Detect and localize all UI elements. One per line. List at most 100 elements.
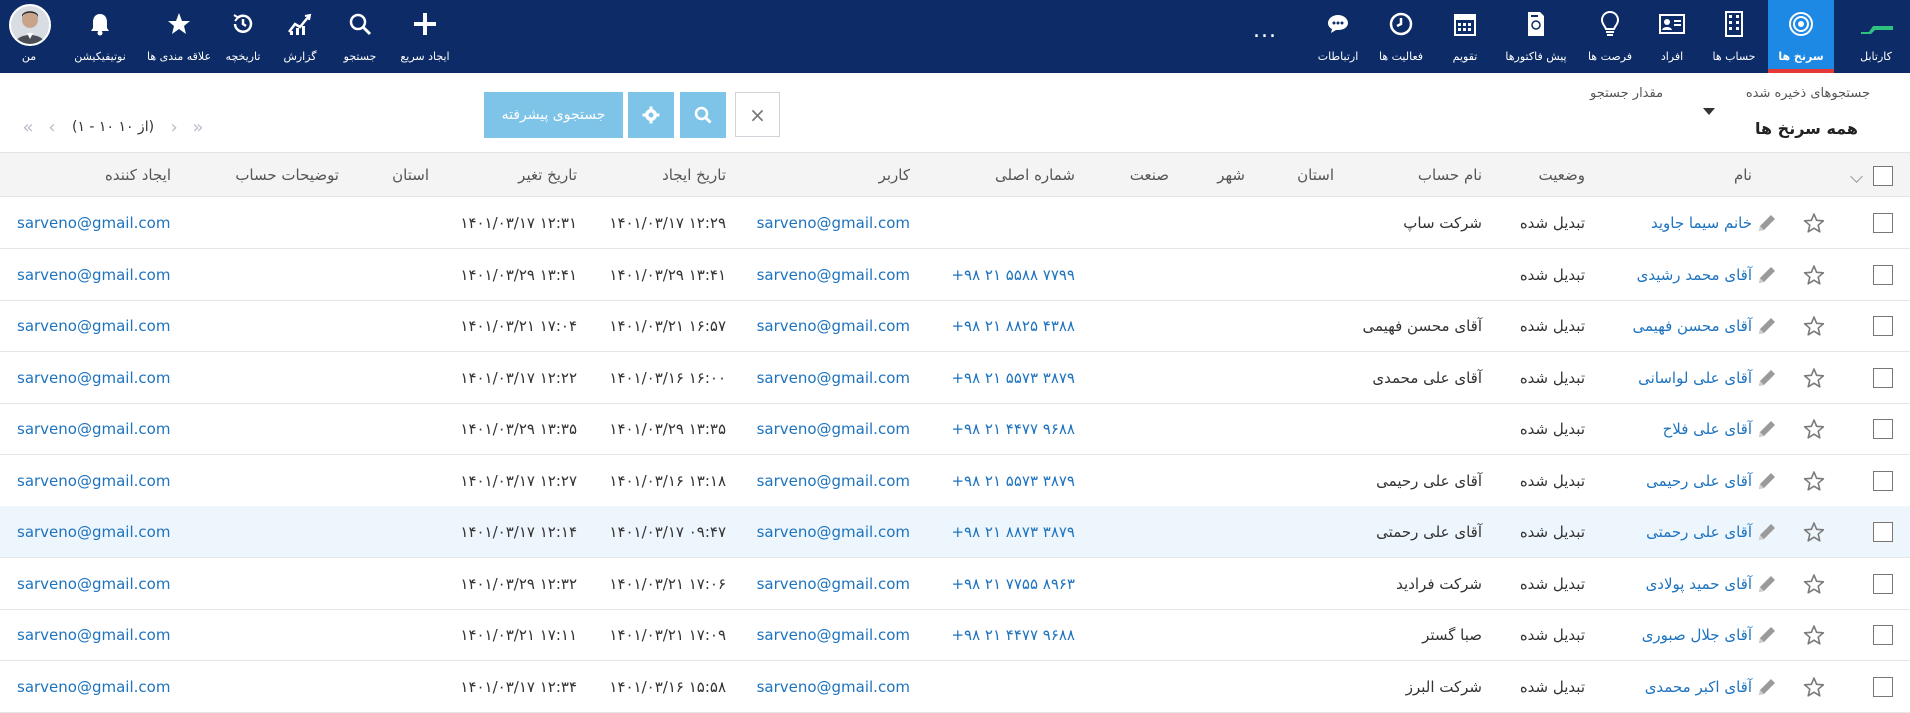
nav-item-dashboard[interactable]: کارتابل — [1842, 0, 1910, 73]
user-email-link[interactable]: sarveno@gmail.com — [757, 197, 910, 249]
nav-item-notifications[interactable]: نوتیفیکیشن — [58, 0, 142, 73]
row-checkbox[interactable] — [1873, 419, 1893, 439]
lead-name-link[interactable]: خانم سیما جاوید — [1651, 197, 1752, 249]
user-email-link[interactable]: sarveno@gmail.com — [757, 506, 910, 558]
row-checkbox[interactable] — [1873, 367, 1893, 388]
column-header-user[interactable]: کاربر — [879, 153, 910, 198]
row-checkbox[interactable] — [1873, 264, 1893, 285]
favorite-star-icon[interactable] — [1803, 418, 1825, 440]
table-row[interactable]: آقای علی لواسانی تبدیل شده آقای علی محمدی +… — [0, 352, 1910, 404]
creator-email-link[interactable]: sarveno@gmail.com — [17, 609, 170, 661]
table-row[interactable]: آقای محسن فهیمی تبدیل شده آقای محسن فهیمی +… — [0, 300, 1910, 352]
row-checkbox[interactable] — [1873, 676, 1893, 697]
creator-email-link[interactable]: sarveno@gmail.com — [17, 506, 170, 558]
phone-link[interactable]: +۹۸ ۲۱ ۵۵۷۳ ۳۸۷۹ — [951, 455, 1075, 507]
phone-link[interactable]: +۹۸ ۲۱ ۵۵۷۳ ۳۸۷۹ — [951, 352, 1075, 404]
creator-email-link[interactable]: sarveno@gmail.com — [17, 403, 170, 455]
edit-pencil-icon[interactable] — [1756, 264, 1778, 286]
edit-pencil-icon[interactable] — [1756, 521, 1778, 543]
lead-name-link[interactable]: آقای محسن فهیمی — [1633, 300, 1753, 352]
nav-item-quick-create[interactable]: ایجاد سریع — [390, 0, 460, 73]
nav-item-leads[interactable]: سرنخ ها — [1768, 0, 1834, 73]
select-all-checkbox[interactable] — [1873, 166, 1893, 186]
column-header-account-name[interactable]: نام حساب — [1418, 153, 1482, 198]
phone-link[interactable]: +۹۸ ۲۱ ۴۴۷۷ ۹۶۸۸ — [951, 609, 1075, 661]
edit-pencil-icon[interactable] — [1756, 418, 1778, 440]
lead-name-link[interactable]: آقای جلال صبوری — [1642, 609, 1752, 661]
creator-email-link[interactable]: sarveno@gmail.com — [17, 300, 170, 352]
more-menu-button[interactable]: ... — [1253, 18, 1277, 43]
user-email-link[interactable]: sarveno@gmail.com — [757, 300, 910, 352]
advanced-search-button[interactable]: جستجوی پیشرفته — [484, 92, 623, 138]
table-row[interactable]: آقای محمد رشیدی تبدیل شده +۹۸ ۲۱ ۵۵۸۸ ۷۷۹۹… — [0, 249, 1910, 301]
row-checkbox[interactable] — [1873, 470, 1893, 491]
edit-pencil-icon[interactable] — [1756, 573, 1778, 595]
lead-name-link[interactable]: آقای علی رحیمی — [1646, 455, 1752, 507]
column-header-account-description[interactable]: توضیحات حساب — [235, 153, 339, 198]
column-header-province-2[interactable]: استان — [392, 153, 429, 198]
table-row[interactable]: آقای اکبر محمدی تبدیل شده شرکت البرز sarven… — [0, 661, 1910, 713]
nav-item-activities[interactable]: فعالیت ها — [1368, 0, 1434, 73]
nav-item-proforma[interactable]: پیش فاکتورها — [1496, 0, 1576, 73]
view-selector[interactable]: همه سرنخ ها — [1755, 119, 1858, 138]
search-button[interactable] — [680, 92, 726, 138]
column-header-status[interactable]: وضعیت — [1539, 153, 1585, 198]
user-email-link[interactable]: sarveno@gmail.com — [757, 661, 910, 713]
phone-link[interactable]: +۹۸ ۲۱ ۷۷۵۵ ۸۹۶۳ — [951, 558, 1075, 610]
first-page-icon[interactable]: « — [16, 117, 40, 138]
favorite-star-icon[interactable] — [1803, 315, 1825, 337]
row-checkbox[interactable] — [1873, 213, 1893, 233]
edit-pencil-icon[interactable] — [1756, 470, 1778, 492]
edit-pencil-icon[interactable] — [1756, 676, 1778, 698]
table-row[interactable]: آقای علی رحیمی تبدیل شده آقای علی رحیمی +۹۸… — [0, 455, 1910, 507]
table-row[interactable]: خانم سیما جاوید تبدیل شده شرکت ساپ sarveno@… — [0, 197, 1910, 249]
table-row[interactable]: آقای علی فلاح تبدیل شده +۹۸ ۲۱ ۴۴۷۷ ۹۶۸۸ sa… — [0, 403, 1910, 455]
column-header-modified[interactable]: تاریخ تغیر — [518, 153, 577, 198]
row-checkbox[interactable] — [1873, 522, 1893, 542]
creator-email-link[interactable]: sarveno@gmail.com — [17, 455, 170, 507]
creator-email-link[interactable]: sarveno@gmail.com — [17, 661, 170, 713]
favorite-star-icon[interactable] — [1803, 212, 1825, 234]
lead-name-link[interactable]: آقای حمید پولادی — [1646, 558, 1752, 610]
column-header-phone[interactable]: شماره اصلی — [995, 153, 1075, 198]
nav-item-reports[interactable]: گزارش — [270, 0, 330, 73]
lead-name-link[interactable]: آقای محمد رشیدی — [1637, 249, 1752, 301]
bulk-actions-chevron-down-icon[interactable] — [1850, 170, 1863, 183]
user-email-link[interactable]: sarveno@gmail.com — [757, 609, 910, 661]
nav-item-profile[interactable]: من — [4, 0, 54, 73]
saved-search-dropdown-caret-icon[interactable] — [1703, 108, 1715, 115]
nav-item-people[interactable]: افراد — [1644, 0, 1700, 73]
lead-name-link[interactable]: آقای علی فلاح — [1663, 403, 1752, 455]
table-row[interactable]: آقای حمید پولادی تبدیل شده شرکت فرادید +۹۸ … — [0, 558, 1910, 610]
creator-email-link[interactable]: sarveno@gmail.com — [17, 249, 170, 301]
favorite-star-icon[interactable] — [1803, 264, 1825, 286]
edit-pencil-icon[interactable] — [1756, 212, 1778, 234]
clear-search-button[interactable]: × — [735, 92, 780, 137]
nav-item-calendar[interactable]: تقویم — [1434, 0, 1496, 73]
column-header-creator[interactable]: ایجاد کننده — [105, 153, 171, 198]
user-email-link[interactable]: sarveno@gmail.com — [757, 403, 910, 455]
edit-pencil-icon[interactable] — [1756, 367, 1778, 389]
last-page-icon[interactable]: » — [186, 117, 210, 138]
phone-link[interactable]: +۹۸ ۲۱ ۸۸۷۳ ۳۸۷۹ — [951, 506, 1075, 558]
favorite-star-icon[interactable] — [1803, 521, 1825, 543]
favorite-star-icon[interactable] — [1803, 624, 1825, 646]
edit-pencil-icon[interactable] — [1756, 315, 1778, 337]
previous-page-icon[interactable]: ‹ — [40, 117, 64, 138]
table-row[interactable]: آقای علی رحمتی تبدیل شده آقای علی رحمتی +۹۸… — [0, 506, 1910, 558]
user-email-link[interactable]: sarveno@gmail.com — [757, 352, 910, 404]
creator-email-link[interactable]: sarveno@gmail.com — [17, 558, 170, 610]
favorite-star-icon[interactable] — [1803, 367, 1825, 389]
saved-searches-label[interactable]: جستجوهای ذخیره شده — [1746, 86, 1870, 101]
favorite-star-icon[interactable] — [1803, 573, 1825, 595]
nav-item-opportunities[interactable]: فرصت ها — [1576, 0, 1644, 73]
column-header-city[interactable]: شهر — [1217, 153, 1245, 198]
row-checkbox[interactable] — [1873, 573, 1893, 594]
nav-item-communications[interactable]: ارتباطات — [1308, 0, 1368, 73]
lead-name-link[interactable]: آقای اکبر محمدی — [1645, 661, 1752, 713]
creator-email-link[interactable]: sarveno@gmail.com — [17, 197, 170, 249]
row-checkbox[interactable] — [1873, 625, 1893, 645]
edit-pencil-icon[interactable] — [1756, 624, 1778, 646]
user-email-link[interactable]: sarveno@gmail.com — [757, 249, 910, 301]
favorite-star-icon[interactable] — [1803, 470, 1825, 492]
